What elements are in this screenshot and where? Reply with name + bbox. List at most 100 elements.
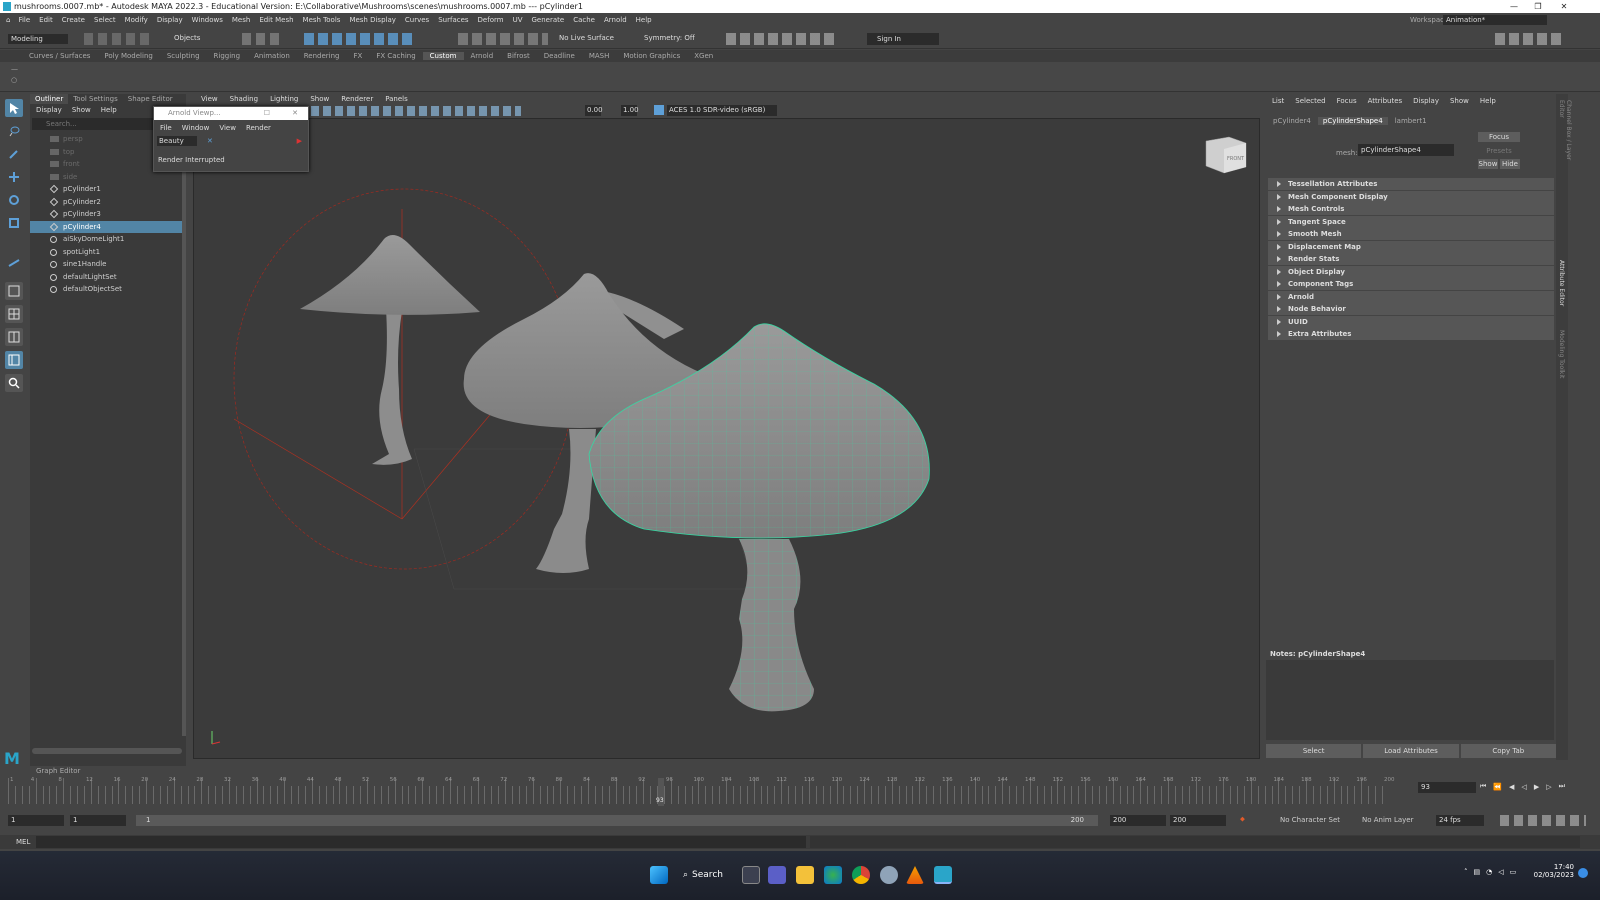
tray-volume-icon[interactable]: ◁ [1498, 868, 1503, 876]
fps-dropdown[interactable]: 24 fps [1436, 815, 1484, 826]
shelf-tab-rendering[interactable]: Rendering [297, 52, 347, 60]
ae-tab-material[interactable]: lambert1 [1390, 117, 1432, 125]
clock[interactable]: 17:40 02/03/2023 [1530, 863, 1574, 879]
menu-arnold[interactable]: Arnold [604, 16, 627, 24]
outliner-menu-display[interactable]: Display [36, 106, 62, 114]
minimize-button[interactable]: — [1502, 0, 1526, 13]
file-explorer-icon[interactable] [796, 866, 814, 884]
menu-select[interactable]: Select [94, 16, 116, 24]
arnold-render-icon[interactable]: ▶ [297, 137, 302, 145]
select-tool-icon[interactable] [5, 99, 23, 117]
shelf-tab-custom[interactable]: Custom [422, 52, 464, 60]
step-back-icon[interactable]: ◀ [1509, 783, 1514, 791]
time-slider[interactable]: 1 4 8 12 16 20 24 28 32 36 40 44 48 52 56 60 64 68 72 76 80 8… [0, 776, 1600, 808]
menu-uv[interactable]: UV [513, 16, 523, 24]
color-management-icon[interactable] [654, 105, 664, 115]
play-forward-icon[interactable]: ▶ [1534, 783, 1539, 791]
shelf-tab-fx[interactable]: FX [347, 52, 370, 60]
single-view-icon[interactable] [5, 282, 23, 300]
ae-tab-transform[interactable]: pCylinder4 [1268, 117, 1316, 125]
start-time-field[interactable]: 1 [8, 815, 64, 826]
history-tools-icons[interactable] [458, 33, 548, 45]
menu-generate[interactable]: Generate [532, 16, 565, 24]
ae-menu-focus[interactable]: Focus [1337, 97, 1357, 105]
maya-taskbar-icon[interactable] [934, 866, 952, 884]
tray-network-icon[interactable]: ▤ [1474, 868, 1481, 876]
menu-file[interactable]: File [18, 16, 30, 24]
arnold-menu-file[interactable]: File [160, 124, 172, 132]
outliner-menu-show[interactable]: Show [72, 106, 91, 114]
tray-wifi-icon[interactable]: ◔ [1486, 868, 1492, 876]
ae-section-mesh-component-display[interactable]: Mesh Component Display [1268, 190, 1554, 203]
notes-textarea[interactable] [1266, 660, 1554, 740]
outliner-item[interactable]: side [30, 171, 186, 184]
graph-editor-label[interactable]: Graph Editor [36, 767, 80, 775]
ae-section-displacement-map[interactable]: Displacement Map [1268, 240, 1554, 253]
focus-button[interactable]: Focus [1478, 132, 1520, 142]
character-set-dropdown[interactable]: No Character Set [1280, 816, 1340, 824]
ae-section-tangent-space[interactable]: Tangent Space [1268, 215, 1554, 228]
ae-menu-attributes[interactable]: Attributes [1368, 97, 1403, 105]
viewcube[interactable]: FRONT [1205, 136, 1247, 174]
shelf-tab-arnold[interactable]: Arnold [464, 52, 501, 60]
symmetry-label[interactable]: Symmetry: Off [644, 34, 695, 42]
shelf-tab-fx-caching[interactable]: FX Caching [369, 52, 422, 60]
arnold-menu-render[interactable]: Render [246, 124, 271, 132]
sign-in-dropdown[interactable]: Sign In [867, 33, 939, 45]
copy-tab-button[interactable]: Copy Tab [1460, 744, 1556, 758]
ae-section-tessellation-attributes[interactable]: Tessellation Attributes [1268, 178, 1554, 190]
ae-section-extra-attributes[interactable]: Extra Attributes [1268, 328, 1554, 340]
ae-menu-selected[interactable]: Selected [1295, 97, 1325, 105]
task-view-icon[interactable] [742, 866, 760, 884]
menu-modify[interactable]: Modify [125, 16, 148, 24]
shelf-tab-motion-graphics[interactable]: Motion Graphics [616, 52, 687, 60]
menu-set-dropdown[interactable]: Modeling [8, 34, 68, 44]
mesh-name-field[interactable]: pCylinderShape4 [1358, 144, 1454, 156]
range-bar[interactable]: 1 200 [136, 815, 1098, 826]
move-tool-icon[interactable] [5, 168, 23, 186]
rotate-tool-icon[interactable] [5, 191, 23, 209]
ae-section-render-stats[interactable]: Render Stats [1268, 253, 1554, 265]
menu-edit[interactable]: Edit [39, 16, 53, 24]
vp-menu-view[interactable]: View [201, 95, 218, 103]
workspace-dropdown[interactable]: Animation* [1443, 15, 1547, 25]
outliner-item[interactable]: sine1Handle [30, 258, 186, 271]
shelf-tab-poly-modeling[interactable]: Poly Modeling [97, 52, 159, 60]
shelf-options-icon[interactable]: — [11, 65, 18, 73]
shelf-tab-rigging[interactable]: Rigging [207, 52, 248, 60]
render-tools-icons[interactable] [726, 33, 838, 45]
arnold-title-bar[interactable]: Arnold Viewp... ✕ ☐ [154, 107, 308, 120]
play-back-icon[interactable]: ◁ [1521, 783, 1526, 791]
step-forward-icon[interactable]: ▷ [1546, 783, 1551, 791]
ae-section-smooth-mesh[interactable]: Smooth Mesh [1268, 228, 1554, 240]
load-attributes-button[interactable]: Load Attributes [1363, 744, 1459, 758]
tab-tool-settings[interactable]: Tool Settings [68, 94, 123, 104]
outliner-item[interactable]: pCylinder3 [30, 208, 186, 221]
live-surface-label[interactable]: No Live Surface [559, 34, 614, 42]
notification-icon[interactable] [1578, 868, 1588, 878]
exposure-field[interactable]: 0.00 [585, 105, 603, 116]
shelf-tab-mash[interactable]: MASH [582, 52, 617, 60]
arnold-max-icon[interactable]: ☐ [264, 107, 270, 120]
shelf-tab-curves-surfaces[interactable]: Curves / Surfaces [22, 52, 97, 60]
menu-display[interactable]: Display [157, 16, 183, 24]
vlc-cone-icon[interactable] [906, 866, 924, 884]
selection-mask-icons[interactable] [242, 33, 282, 45]
mushroom-left[interactable] [300, 235, 480, 465]
paint-select-tool-icon[interactable] [5, 145, 23, 163]
menu-curves[interactable]: Curves [405, 16, 429, 24]
menu-windows[interactable]: Windows [192, 16, 223, 24]
outliner-item[interactable]: defaultObjectSet [30, 283, 186, 296]
outliner-search-input[interactable]: Search... [46, 120, 77, 128]
outliner-item[interactable]: aiSkyDomeLight1 [30, 233, 186, 246]
side-tab-modeling-toolkit[interactable]: Modeling Toolkit [1558, 330, 1565, 390]
3d-viewport[interactable]: FRONT [193, 118, 1260, 759]
step-back-key-icon[interactable]: ⏪ [1493, 783, 1502, 791]
vp-menu-panels[interactable]: Panels [385, 95, 408, 103]
viewport-shading-icons[interactable] [311, 106, 521, 116]
edge-browser-icon[interactable] [824, 866, 842, 884]
menu-cache[interactable]: Cache [573, 16, 595, 24]
ae-section-arnold[interactable]: Arnold [1268, 290, 1554, 303]
vp-menu-lighting[interactable]: Lighting [270, 95, 298, 103]
ae-section-mesh-controls[interactable]: Mesh Controls [1268, 203, 1554, 215]
